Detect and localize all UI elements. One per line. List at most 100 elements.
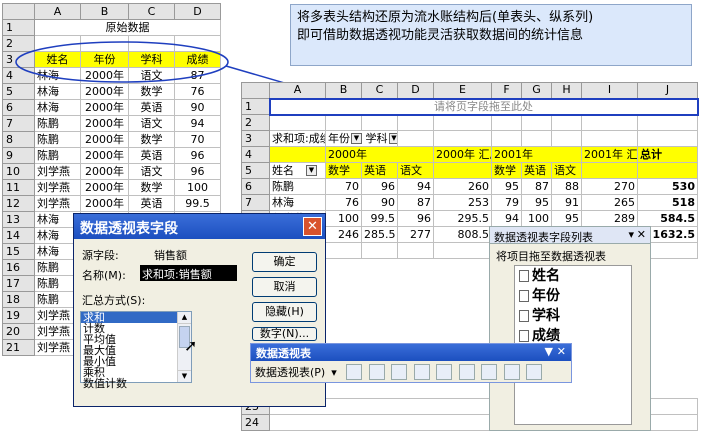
year-field-button[interactable]: 年份 — [328, 132, 350, 145]
chevron-down-icon[interactable]: ▼ — [388, 133, 397, 144]
cell[interactable] — [491, 114, 522, 131]
cell[interactable] — [325, 114, 362, 131]
pivot-toolbar[interactable]: 数据透视表 ▼ ✕ 数据透视表(P) ▾ — [250, 343, 572, 383]
cell[interactable] — [397, 130, 434, 147]
col-header[interactable]: H — [551, 82, 582, 99]
row-header[interactable]: 2 — [241, 114, 270, 131]
cell[interactable] — [551, 130, 582, 147]
subject-header[interactable]: 数学 — [325, 162, 362, 179]
row-header[interactable]: 24 — [241, 414, 270, 431]
chevron-down-icon[interactable]: ▾ — [331, 366, 337, 379]
year-2001-total-header[interactable]: 2001年 汇总 — [581, 146, 638, 163]
row-header[interactable]: 6 — [241, 178, 270, 195]
cell[interactable]: 270 — [581, 178, 638, 195]
cell[interactable] — [361, 114, 398, 131]
year-2001-header[interactable]: 2001年 — [491, 146, 582, 163]
chevron-up-icon[interactable]: ▲ — [178, 312, 191, 324]
number-button[interactable]: 数字(N)... — [252, 327, 317, 341]
cell[interactable]: 70 — [325, 178, 362, 195]
name-input[interactable]: 求和项:销售额 — [140, 265, 237, 281]
format-report-icon[interactable] — [346, 364, 363, 380]
name-field-button[interactable]: 姓名 — [272, 164, 294, 177]
cell[interactable]: 265 — [581, 194, 638, 211]
grand-total-header[interactable]: 总计 — [637, 146, 698, 163]
cell[interactable] — [637, 114, 698, 131]
cell[interactable]: 76 — [325, 194, 362, 211]
cell[interactable]: 96 — [361, 178, 398, 195]
cell[interactable]: 260 — [433, 178, 492, 195]
toolbar-titlebar[interactable]: 数据透视表 ▼ ✕ — [251, 344, 571, 361]
chart-wizard-icon[interactable] — [368, 364, 385, 380]
cell[interactable]: 87 — [397, 194, 434, 211]
cell[interactable]: 94 — [491, 210, 522, 227]
close-icon[interactable]: ✕ — [303, 217, 322, 236]
ok-button[interactable]: 确定 — [252, 252, 317, 272]
cell[interactable]: 99.5 — [361, 210, 398, 227]
pivot-field-list-panel[interactable]: 数据透视表字段列表 ▾ ✕ 将项目拖至数据透视表 姓名 年份 学科 成绩 — [489, 226, 651, 431]
column-field-buttons[interactable]: 年份 ▼ 学科 ▼ — [325, 130, 398, 147]
cell[interactable] — [521, 114, 552, 131]
cell[interactable]: 陈鹏 — [269, 178, 326, 195]
field-item-subject[interactable]: 学科 — [515, 306, 631, 326]
cell[interactable] — [551, 114, 582, 131]
cell[interactable] — [433, 162, 492, 179]
cell[interactable]: 584.5 — [637, 210, 698, 227]
cell[interactable]: 518 — [637, 194, 698, 211]
cell[interactable] — [397, 114, 434, 131]
cell[interactable] — [433, 130, 492, 147]
subject-field-button[interactable]: 学科 — [366, 132, 388, 145]
field-item-name[interactable]: 姓名 — [515, 266, 631, 286]
cell[interactable]: 79 — [491, 194, 522, 211]
subject-header[interactable]: 英语 — [361, 162, 398, 179]
refresh-icon[interactable] — [436, 364, 453, 380]
cell[interactable]: 林海 — [269, 194, 326, 211]
cell[interactable]: 277 — [397, 226, 434, 243]
hide-button[interactable]: 隐藏(H) — [252, 302, 317, 322]
cell[interactable]: 88 — [551, 178, 582, 195]
cell[interactable] — [491, 130, 522, 147]
row-header[interactable]: 1 — [241, 98, 270, 115]
col-header[interactable]: F — [491, 82, 522, 99]
cell[interactable]: 95 — [551, 210, 582, 227]
cell[interactable] — [361, 242, 398, 259]
cell[interactable]: 90 — [361, 194, 398, 211]
dialog-titlebar[interactable]: 数据透视表字段 — [74, 214, 325, 239]
cell[interactable] — [581, 162, 638, 179]
cell[interactable] — [581, 130, 638, 147]
chevron-down-icon[interactable]: ▼ — [306, 165, 317, 176]
cell[interactable]: 96 — [397, 210, 434, 227]
col-header[interactable]: G — [521, 82, 552, 99]
chevron-down-icon[interactable]: ▾ — [628, 228, 634, 241]
year-2000-total-header[interactable]: 2000年 汇总 — [433, 146, 492, 163]
col-header[interactable]: I — [581, 82, 638, 99]
col-header[interactable]: C — [361, 82, 398, 99]
subject-header[interactable]: 语文 — [397, 162, 434, 179]
row-header[interactable]: 5 — [241, 162, 270, 179]
subject-header[interactable]: 英语 — [521, 162, 552, 179]
close-icon[interactable]: ✕ — [637, 228, 646, 241]
cell[interactable]: 289 — [581, 210, 638, 227]
corner-cell[interactable] — [241, 82, 270, 99]
field-list-icon[interactable] — [526, 364, 543, 380]
cell[interactable]: 87 — [521, 178, 552, 195]
subject-header[interactable]: 语文 — [551, 162, 582, 179]
cell[interactable] — [269, 146, 326, 163]
field-settings-icon[interactable] — [503, 364, 520, 380]
name-field-cell[interactable]: 姓名 ▼ — [269, 162, 326, 179]
cell[interactable] — [433, 114, 492, 131]
chevron-down-icon[interactable]: ▼ — [545, 345, 553, 358]
cell[interactable] — [637, 130, 698, 147]
include-hidden-icon[interactable] — [458, 364, 475, 380]
close-icon[interactable]: ✕ — [557, 345, 566, 358]
year-2000-header[interactable]: 2000年 — [325, 146, 434, 163]
always-display-icon[interactable] — [481, 364, 498, 380]
row-header[interactable]: 4 — [241, 146, 270, 163]
cell[interactable] — [521, 130, 552, 147]
data-field-cell[interactable]: 求和项:成绩 — [269, 130, 326, 147]
field-item-year[interactable]: 年份 — [515, 286, 631, 306]
chevron-down-icon[interactable]: ▼ — [351, 133, 362, 144]
cell[interactable]: 100 — [521, 210, 552, 227]
cell[interactable]: 95 — [521, 194, 552, 211]
cell[interactable]: 91 — [551, 194, 582, 211]
cell[interactable] — [581, 114, 638, 131]
